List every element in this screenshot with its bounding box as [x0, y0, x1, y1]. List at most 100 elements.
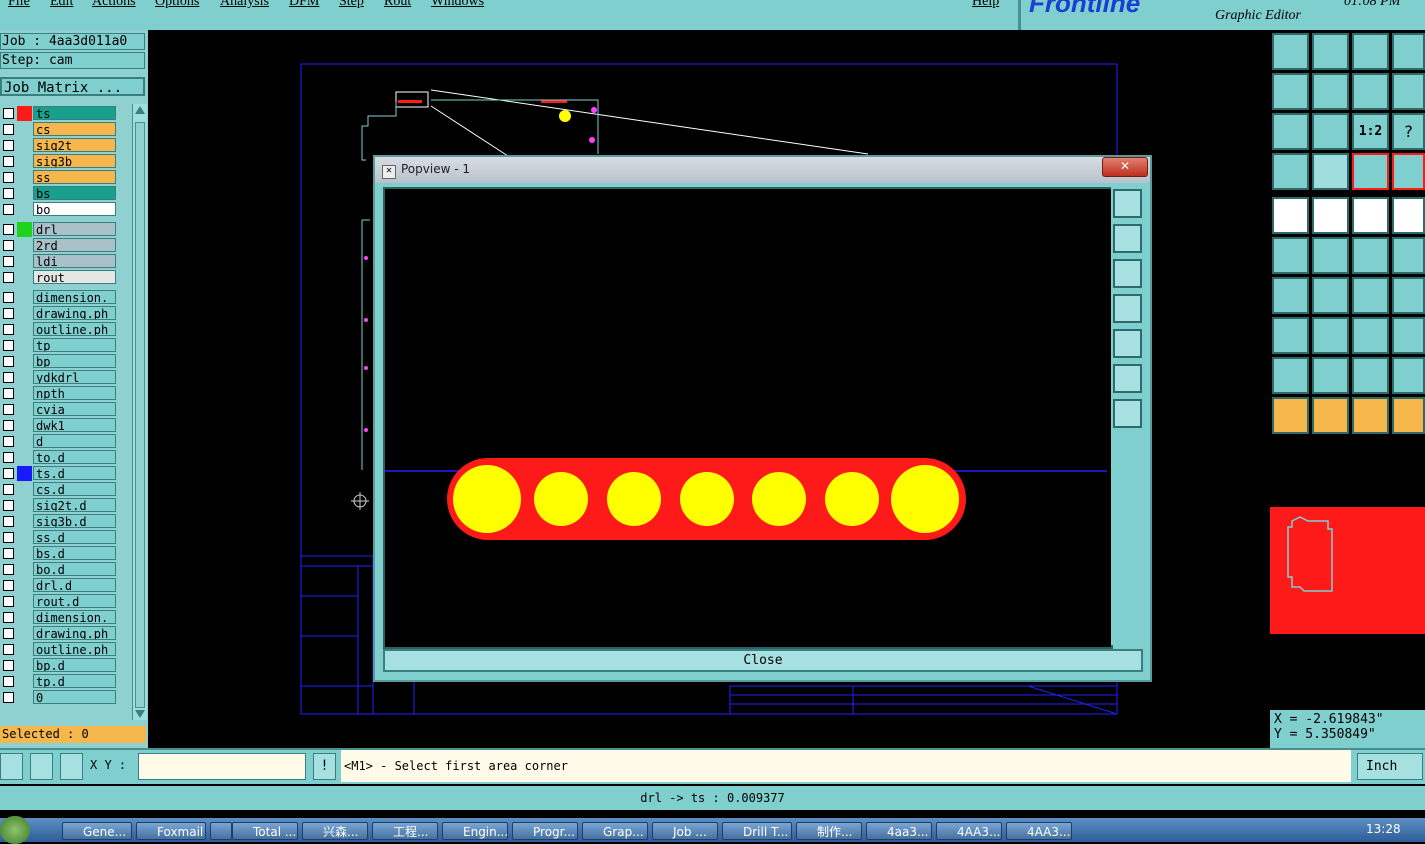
layer-name[interactable]: outline.ph — [33, 322, 116, 336]
layer-name[interactable]: tp.d — [33, 674, 116, 688]
layer-name[interactable]: drl — [33, 222, 116, 236]
ruler-tool-icon[interactable] — [1352, 197, 1389, 234]
pad-tool-icon[interactable] — [1272, 197, 1309, 234]
select-box-icon[interactable] — [1312, 397, 1349, 434]
layer-row[interactable]: to.d — [0, 450, 118, 465]
menu-file[interactable]: File — [8, 0, 30, 10]
layer-checkbox[interactable] — [3, 188, 14, 199]
taskbar-item[interactable]: Total ... — [232, 822, 298, 840]
layer-row[interactable]: dimension. — [0, 290, 118, 305]
layer-checkbox[interactable] — [3, 404, 14, 415]
chamfer-icon[interactable] — [1392, 357, 1425, 394]
popview-fit-icon[interactable] — [1113, 364, 1142, 393]
layer-name[interactable]: rout — [33, 270, 116, 284]
popview-pan-left-icon[interactable] — [1113, 294, 1142, 323]
popview-close-button[interactable]: Close — [383, 649, 1143, 672]
layer-name[interactable]: sig2t.d — [33, 498, 116, 512]
layer-row[interactable]: bo — [0, 202, 118, 217]
fit-screen-icon[interactable] — [1272, 113, 1309, 150]
layer-row[interactable]: tp — [0, 338, 118, 353]
layer-name[interactable]: bp.d — [33, 658, 116, 672]
layer-checkbox[interactable] — [3, 172, 14, 183]
connect-icon[interactable] — [1272, 237, 1309, 274]
layer-checkbox[interactable] — [3, 356, 14, 367]
start-button-icon[interactable] — [0, 816, 30, 844]
menu-options[interactable]: Options — [155, 0, 199, 10]
layer-checkbox[interactable] — [3, 676, 14, 687]
layer-name[interactable]: sig2t — [33, 138, 116, 152]
popview-titlebar[interactable]: ✕ Popview - 1 ✕ — [375, 157, 1150, 183]
layer-name[interactable]: ss.d — [33, 530, 116, 544]
triangle-icon[interactable] — [1272, 357, 1309, 394]
layer-name[interactable]: rout.d — [33, 594, 116, 608]
popview-zoom-icon[interactable] — [1113, 189, 1142, 218]
layer-name[interactable]: ts.d — [33, 466, 116, 480]
layer-checkbox[interactable] — [3, 204, 14, 215]
menu-step[interactable]: Step — [339, 0, 364, 10]
layer-checkbox[interactable] — [3, 596, 14, 607]
layer-checkbox[interactable] — [3, 548, 14, 559]
layer-row[interactable]: cs — [0, 122, 118, 137]
layer-row[interactable]: ts — [0, 106, 118, 121]
layer-row[interactable]: ss — [0, 170, 118, 185]
layer-row[interactable]: drl — [0, 222, 118, 237]
taskbar-item[interactable]: 工程... — [372, 822, 438, 840]
pan-right-icon[interactable] — [1312, 73, 1349, 110]
layer-row[interactable]: bo.d — [0, 562, 118, 577]
layer-name[interactable]: bo.d — [33, 562, 116, 576]
move-node-icon[interactable] — [1352, 237, 1389, 274]
select-arrow-icon[interactable] — [1272, 397, 1309, 434]
angle-icon[interactable] — [1272, 277, 1309, 314]
layer-row[interactable]: bp — [0, 354, 118, 369]
layer-checkbox[interactable] — [3, 124, 14, 135]
layer-name[interactable]: d — [33, 434, 116, 448]
layer-name[interactable]: bo — [33, 202, 116, 216]
layer-checkbox[interactable] — [3, 628, 14, 639]
layer-name[interactable]: sig3b — [33, 154, 116, 168]
layer-row[interactable]: drawing.ph — [0, 306, 118, 321]
layer-row[interactable]: rout.d — [0, 594, 118, 609]
layer-row[interactable]: outline.ph — [0, 642, 118, 657]
layer-checkbox[interactable] — [3, 256, 14, 267]
xy-input[interactable] — [138, 753, 306, 780]
overview-map[interactable] — [1270, 507, 1425, 634]
layer-name[interactable]: ydkdrl — [33, 370, 116, 384]
menu-dfm[interactable]: DFM — [289, 0, 319, 10]
layer-row[interactable]: outline.ph — [0, 322, 118, 337]
taskbar-item[interactable]: 兴森... — [302, 822, 368, 840]
layer-checkbox[interactable] — [3, 224, 14, 235]
taskbar-item[interactable]: 4AA3... — [1006, 822, 1072, 840]
layer-name[interactable]: 0 — [33, 690, 116, 704]
window-close-icon[interactable]: ✕ — [1102, 157, 1148, 177]
layer-checkbox[interactable] — [3, 692, 14, 703]
scroll-down-icon[interactable] — [135, 710, 145, 718]
measure-icon[interactable] — [1272, 153, 1309, 190]
layer-checkbox[interactable] — [3, 308, 14, 319]
layer-name[interactable]: bs.d — [33, 546, 116, 560]
layer-name[interactable]: dwk1 — [33, 418, 116, 432]
layer-name[interactable]: 2rd — [33, 238, 116, 252]
popview-center-icon[interactable] — [1113, 399, 1142, 428]
layer-name[interactable]: ldi — [33, 254, 116, 268]
layer-name[interactable]: sig3b.d — [33, 514, 116, 528]
layer-checkbox[interactable] — [3, 420, 14, 431]
layer-checkbox[interactable] — [3, 500, 14, 511]
grid-icon[interactable] — [1312, 153, 1349, 190]
taskbar-item[interactable]: Progr... — [512, 822, 578, 840]
taskbar-item[interactable]: Grap... — [582, 822, 648, 840]
scroll-thumb[interactable] — [135, 122, 145, 708]
layer-row[interactable]: ss.d — [0, 530, 118, 545]
layer-row[interactable]: ydkdrl — [0, 370, 118, 385]
snap-alt-icon[interactable] — [1392, 153, 1425, 190]
layer-name[interactable]: ts — [33, 106, 116, 120]
angle-mode-icon[interactable] — [30, 753, 53, 780]
layer-checkbox[interactable] — [3, 612, 14, 623]
add-node-icon[interactable] — [1392, 237, 1425, 274]
layer-checkbox[interactable] — [3, 436, 14, 447]
cut-line-icon[interactable] — [1312, 317, 1349, 354]
alert-icon[interactable]: ! — [313, 753, 336, 780]
job-matrix-button[interactable]: Job Matrix ... — [0, 77, 145, 96]
menu-analysis[interactable]: Analysis — [220, 0, 269, 10]
layer-name[interactable]: drl.d — [33, 578, 116, 592]
rotate-icon[interactable] — [1352, 277, 1389, 314]
